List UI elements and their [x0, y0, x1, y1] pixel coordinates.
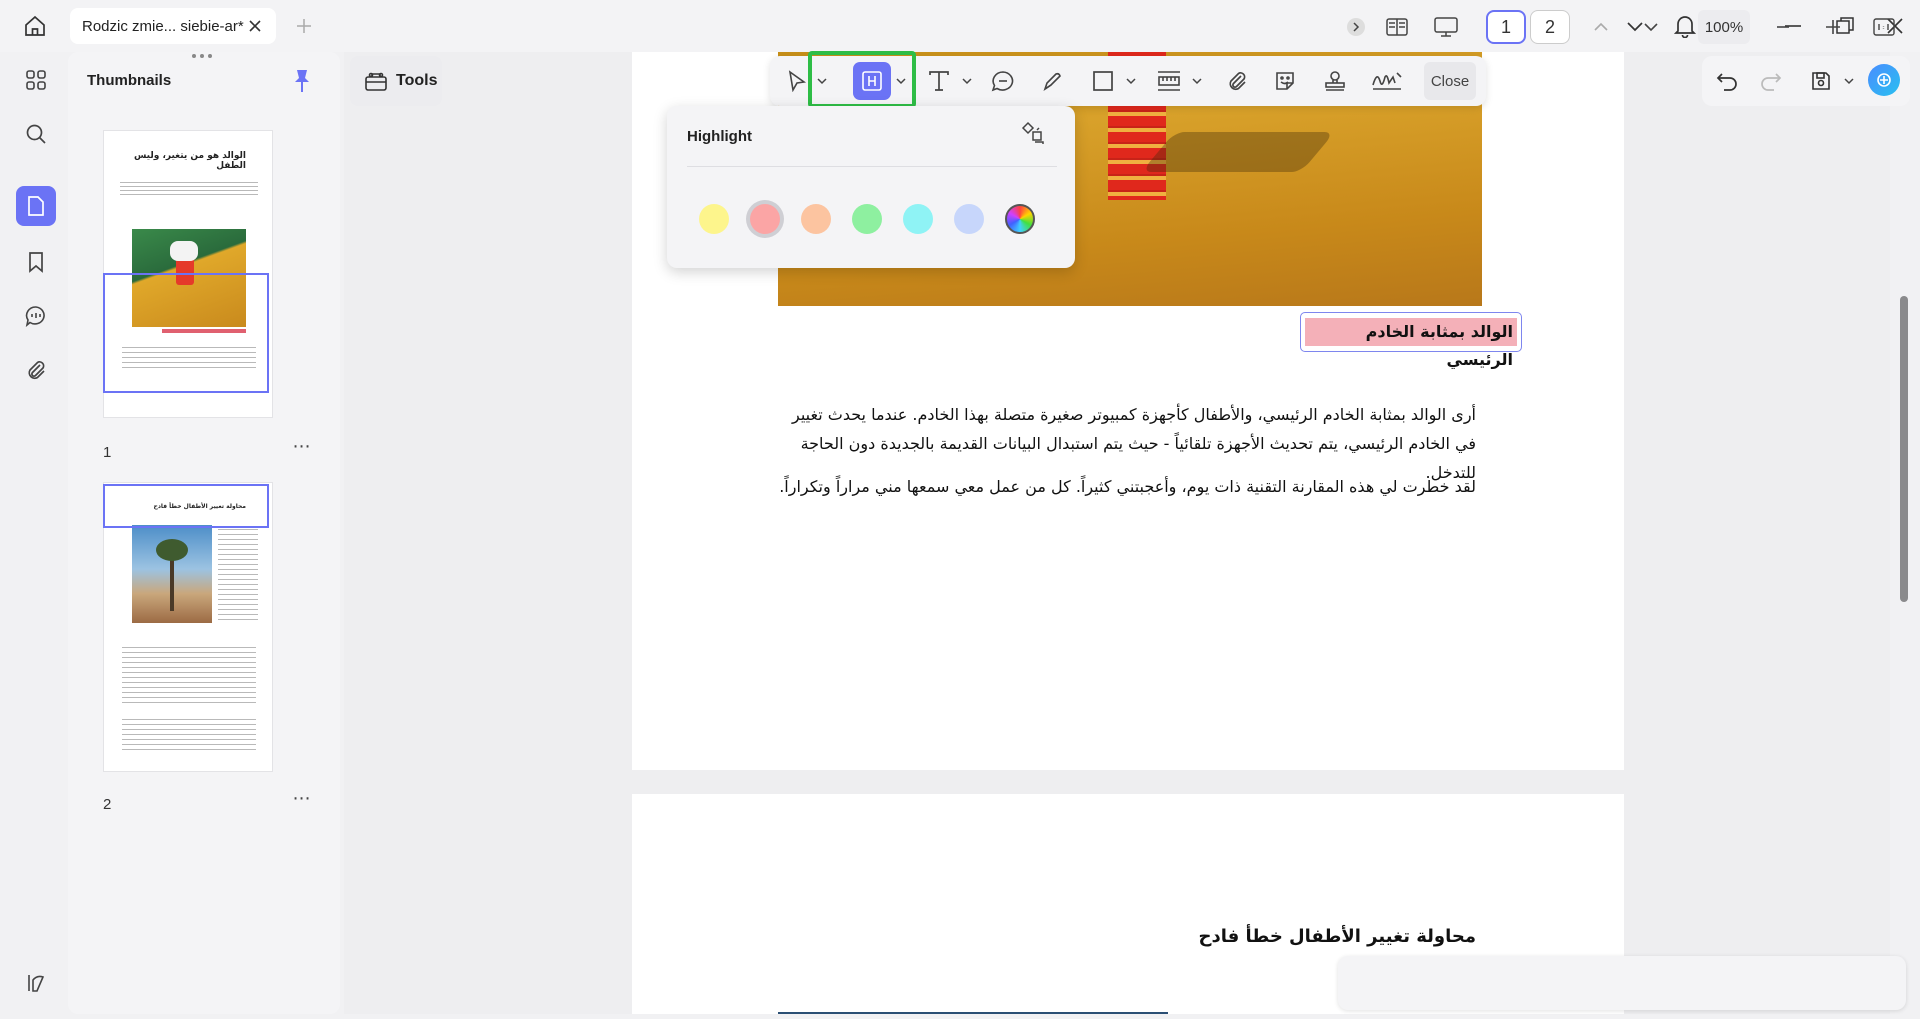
search-icon[interactable]: [16, 114, 56, 154]
panel-drag-handle[interactable]: [192, 54, 218, 60]
thumbnail-viewport-indicator[interactable]: [103, 273, 269, 393]
color-swatch-orange[interactable]: [801, 204, 831, 234]
save-dropdown-chevron-icon[interactable]: [1842, 66, 1856, 96]
color-swatch-green[interactable]: [852, 204, 882, 234]
thumbnails-title: Thumbnails: [87, 72, 172, 89]
new-tab-icon[interactable]: [292, 14, 316, 38]
actual-size-icon[interactable]: [1870, 10, 1898, 44]
organize-grid-icon[interactable]: [16, 60, 56, 100]
thumbnail-text-lines: [122, 715, 256, 751]
left-rail: [6, 52, 66, 1014]
close-toolbar-button[interactable]: Close: [1424, 62, 1476, 100]
popup-divider: [687, 166, 1057, 167]
highlight-tool-focus-outline: [808, 51, 916, 108]
thumbnail-page-2-number: 2: [103, 796, 112, 813]
measure-tool-icon[interactable]: [1154, 66, 1184, 96]
page-1-button[interactable]: 1: [1486, 10, 1526, 44]
attachment-icon[interactable]: [16, 350, 56, 390]
zoom-in-icon[interactable]: [1822, 10, 1844, 44]
stamp-tool-icon[interactable]: [1320, 66, 1350, 96]
shape-dropdown-chevron-icon[interactable]: [1124, 66, 1138, 96]
presentation-icon[interactable]: [1428, 10, 1464, 44]
attach-file-icon[interactable]: [1222, 66, 1252, 96]
page-2-image-edge: [778, 1012, 1168, 1014]
document-canvas: الوالد بمثابة الخادم الرئيسي أرى الوالد …: [344, 52, 1890, 1014]
thumbnail-page-2-more-icon[interactable]: ⋯: [290, 788, 314, 808]
zoom-level[interactable]: 100%: [1698, 10, 1750, 44]
paragraph-2: لقد خطرت لي هذه المقارنة التقنية ذات يوم…: [779, 477, 1476, 496]
ai-assistant-icon[interactable]: [1868, 64, 1900, 96]
highlight-popup-title: Highlight: [687, 128, 752, 145]
tools-button[interactable]: Tools: [350, 56, 442, 106]
highlight-settings-icon[interactable]: [1019, 120, 1047, 148]
highlight-popup: Highlight: [667, 106, 1075, 268]
page-layout-icon[interactable]: [1380, 10, 1414, 44]
thumbnails-page-icon[interactable]: [16, 186, 56, 226]
tools-label: Tools: [396, 72, 438, 89]
sidebar-settings-icon[interactable]: [16, 963, 56, 1003]
save-icon[interactable]: [1806, 66, 1836, 96]
rectangle-tool-icon[interactable]: [1088, 66, 1118, 96]
page-2-heading: محاولة تغيير الأطفال خطأ فادح: [1198, 926, 1477, 947]
document-tab-title: Rodzic zmie... siebie-ar*: [82, 17, 244, 35]
comment-tool-icon[interactable]: [988, 66, 1018, 96]
thumbnail-page-1-number: 1: [103, 444, 112, 461]
paragraph-1-line-1: أرى الوالد بمثابة الخادم الرئيسي، والأطف…: [792, 405, 1476, 424]
text-dropdown-chevron-icon[interactable]: [960, 66, 974, 96]
thumbnail-image: [132, 525, 212, 623]
pencil-tool-icon[interactable]: [1038, 66, 1068, 96]
color-swatch-yellow[interactable]: [699, 204, 729, 234]
highlighted-heading[interactable]: الوالد بمثابة الخادم الرئيسي: [1305, 318, 1517, 369]
select-cursor-icon[interactable]: [783, 66, 811, 96]
toolbox-icon: [364, 70, 388, 92]
page-2-button[interactable]: 2: [1530, 10, 1570, 44]
thumbnails-panel: Thumbnails الوالد هو من يتغير، وليس الطف…: [68, 52, 340, 1014]
bell-icon[interactable]: [1670, 12, 1700, 40]
collapse-bar-icon[interactable]: [1344, 10, 1368, 44]
zoom-out-icon[interactable]: [1772, 10, 1794, 44]
close-tab-icon[interactable]: [246, 17, 264, 35]
redo-icon[interactable]: [1756, 66, 1786, 96]
bookmark-icon[interactable]: [16, 242, 56, 282]
sticker-tool-icon[interactable]: [1270, 66, 1300, 96]
thumbnail-page-1-more-icon[interactable]: ⋯: [290, 436, 314, 456]
color-swatch-cyan[interactable]: [903, 204, 933, 234]
signature-tool-icon[interactable]: [1370, 66, 1404, 96]
measure-dropdown-chevron-icon[interactable]: [1190, 66, 1204, 96]
comments-icon[interactable]: [16, 296, 56, 336]
thumbnail-text-lines: [218, 525, 258, 621]
color-swatch-blue[interactable]: [954, 204, 984, 234]
thumbnail-viewport-indicator-2[interactable]: [103, 484, 269, 528]
bottom-navigation-bar: [1338, 956, 1906, 1010]
document-tab[interactable]: Rodzic zmie... siebie-ar*: [70, 8, 276, 44]
color-swatch-red-selected[interactable]: [750, 204, 780, 234]
thumbnail-text-lines: [122, 643, 256, 703]
pin-icon[interactable]: [290, 68, 314, 94]
title-bar: Rodzic zmie... siebie-ar*: [0, 0, 1920, 52]
undo-icon[interactable]: [1712, 66, 1742, 96]
home-icon[interactable]: [20, 12, 50, 40]
thumbnail-text-lines: [120, 179, 258, 197]
text-tool-icon[interactable]: [924, 66, 954, 96]
color-picker-icon[interactable]: [1005, 204, 1035, 234]
previous-page-icon[interactable]: [1590, 10, 1612, 44]
vertical-scrollbar[interactable]: [1900, 296, 1908, 602]
next-page-icon[interactable]: [1640, 10, 1662, 44]
thumbnail-page-1-heading: الوالد هو من يتغير، وليس الطفل: [133, 151, 246, 171]
